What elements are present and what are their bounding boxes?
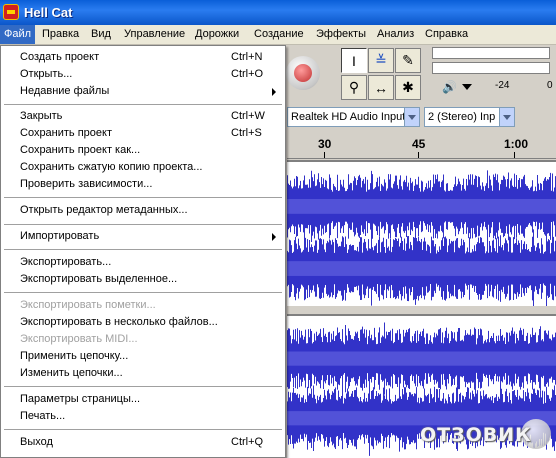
menu-separator <box>4 386 282 387</box>
ruler-label: 1:00 <box>504 137 529 151</box>
menu-analyze[interactable]: Анализ <box>373 25 418 44</box>
zoom-tool-button[interactable]: ⚲ <box>341 75 367 100</box>
menu-separator <box>4 249 282 250</box>
envelope-tool-button[interactable]: ≚ <box>368 48 394 73</box>
menu-view[interactable]: Вид <box>87 25 115 44</box>
watermark-text: ОТЗОВИК <box>420 424 532 446</box>
submenu-arrow-icon <box>272 233 276 241</box>
menu-item-open[interactable]: Открыть... Ctrl+O <box>2 66 284 83</box>
title-bar: Hell Cat <box>0 0 556 25</box>
audio-track-1[interactable] <box>287 160 556 310</box>
submenu-arrow-icon <box>272 88 276 96</box>
menu-item-export-selection[interactable]: Экспортировать выделенное... <box>2 271 284 288</box>
menu-item-save-compressed[interactable]: Сохранить сжатую копию проекта... <box>2 159 284 176</box>
menu-item-check-dependencies[interactable]: Проверить зависимости... <box>2 176 284 193</box>
meter-right <box>432 62 550 74</box>
magnifier-icon: ⚲ <box>348 79 360 95</box>
menu-bar: Файл Правка Вид Управление Дорожки Созда… <box>0 25 556 45</box>
record-icon <box>294 64 312 82</box>
ruler-label: 30 <box>318 137 332 151</box>
menu-effects[interactable]: Эффекты <box>312 25 370 44</box>
window-title: Hell Cat <box>24 5 73 20</box>
menu-item-import[interactable]: Импортировать <box>2 228 284 245</box>
timeline-ruler[interactable]: 30 45 1:00 <box>287 133 556 159</box>
menu-item-new-project[interactable]: Создать проект Ctrl+N <box>2 49 284 66</box>
chevron-down-icon <box>499 108 514 126</box>
menu-separator <box>4 429 282 430</box>
speaker-icon: 🔊 <box>442 80 457 94</box>
file-menu-dropdown: Создать проект Ctrl+N Открыть... Ctrl+O Не… <box>0 45 286 458</box>
meter-scale-value: -24 <box>495 80 510 91</box>
meter-left <box>432 47 550 59</box>
multi-tool-button[interactable]: ✱ <box>395 75 421 100</box>
menu-item-edit-chains[interactable]: Изменить цепочки... <box>2 365 284 382</box>
input-device-value: Realtek HD Audio Input <box>291 111 406 123</box>
menu-item-save-project-as[interactable]: Сохранить проект как... <box>2 142 284 159</box>
menu-item-close[interactable]: Закрыть Ctrl+W <box>2 108 284 125</box>
menu-item-export[interactable]: Экспортировать... <box>2 254 284 271</box>
menu-item-page-setup[interactable]: Параметры страницы... <box>2 391 284 408</box>
menu-item-exit[interactable]: Выход Ctrl+Q <box>2 434 284 451</box>
envelope-icon: ≚ <box>375 52 387 68</box>
draw-tool-button[interactable]: ✎ <box>395 48 421 73</box>
menu-separator <box>4 292 282 293</box>
menu-help[interactable]: Справка <box>421 25 472 44</box>
pencil-icon: ✎ <box>402 52 414 68</box>
asterisk-icon: ✱ <box>402 79 414 95</box>
menu-item-apply-chain[interactable]: Применить цепочку... <box>2 348 284 365</box>
menu-control[interactable]: Управление <box>120 25 189 44</box>
menu-tracks[interactable]: Дорожки <box>191 25 243 44</box>
menu-item-metadata-editor[interactable]: Открыть редактор метаданных... <box>2 202 284 219</box>
input-channels-value: 2 (Stereo) Inp <box>428 111 496 123</box>
meter-scale-zero: 0 <box>547 80 553 91</box>
menu-file[interactable]: Файл <box>0 25 36 44</box>
menu-item-export-labels: Экспортировать пометки... <box>20 299 156 311</box>
ruler-label: 45 <box>412 137 426 151</box>
menu-item-export-multiple[interactable]: Экспортировать в несколько файлов... <box>2 314 284 331</box>
i-beam-icon: I <box>352 52 356 69</box>
volume-dropdown-icon[interactable] <box>462 84 472 90</box>
input-device-select[interactable]: Realtek HD Audio Input <box>287 107 420 127</box>
menu-separator <box>4 197 282 198</box>
menu-generate[interactable]: Создание <box>250 25 308 44</box>
track-separator <box>287 306 556 314</box>
menu-item-save-project[interactable]: Сохранить проект Ctrl+S <box>2 125 284 142</box>
app-icon <box>3 4 19 20</box>
waveform-1 <box>287 170 556 308</box>
menu-item-recent-files[interactable]: Недавние файлы <box>2 83 284 100</box>
menu-item-print[interactable]: Печать... <box>2 408 284 425</box>
menu-item-export-midi: Экспортировать MIDI... <box>20 333 138 345</box>
menu-edit[interactable]: Правка <box>38 25 83 44</box>
selection-tool-button[interactable]: I <box>341 48 367 73</box>
menu-separator <box>4 224 282 225</box>
menu-separator <box>4 104 282 105</box>
timeshift-tool-button[interactable]: ↔ <box>368 75 394 100</box>
double-arrow-icon: ↔ <box>374 79 388 96</box>
input-channels-select[interactable]: 2 (Stereo) Inp <box>424 107 515 127</box>
record-button[interactable] <box>286 56 320 90</box>
chevron-down-icon <box>404 108 419 126</box>
